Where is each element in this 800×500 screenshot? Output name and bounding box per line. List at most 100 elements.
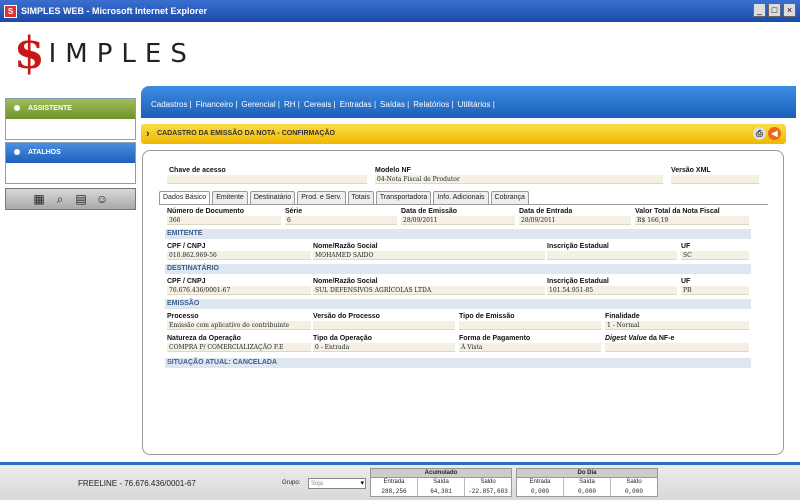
menu-utilitarios[interactable]: Utilitários | xyxy=(458,100,495,109)
freeline-text: FREELINE - 76.676.436/0001-67 xyxy=(78,479,196,488)
tipo-operacao-field: 0 - Entrada xyxy=(313,343,455,352)
forma-pagamento-field: À Vista xyxy=(459,343,601,352)
acumulado-saldo-value: -22.857,683 xyxy=(468,488,508,495)
page-title: CADASTRO DA EMISSÃO DA NOTA - CONFIRMAÇÃ… xyxy=(157,130,335,137)
dodia-entrada-header: Entrada xyxy=(517,478,564,487)
dodia-values: 0,000 0,000 0,000 xyxy=(517,487,657,496)
acumulado-values: 288,256 64,301 -22.857,683 xyxy=(371,487,511,496)
tipo-emissao-field xyxy=(459,321,601,330)
numero-label: Número de Documento xyxy=(167,208,245,215)
dodia-title: Do Dia xyxy=(517,469,657,478)
minimize-button[interactable]: _ xyxy=(753,3,766,17)
sidebar: ASSISTENTE ATALHOS ▦ ⌕ ▤ ☺ xyxy=(0,86,140,462)
form-panel: Chave de acesso Modelo NF 04-Nota Fiscal… xyxy=(142,150,784,455)
tab-emitente[interactable]: Emitente xyxy=(212,191,248,204)
menu-financeiro[interactable]: Financeiro | xyxy=(196,100,238,109)
calculator-icon[interactable]: ▦ xyxy=(32,192,47,207)
tipo-emissao-label: Tipo de Emissão xyxy=(459,313,515,320)
dest-ie-field: 101.54.951-85 xyxy=(547,286,677,295)
dest-cpf-field: 76.676.436/0001-67 xyxy=(167,286,311,295)
emit-cpf-label: CPF / CNPJ xyxy=(167,243,206,250)
grupo-select[interactable]: Soja xyxy=(308,478,366,489)
situacao-status: SITUAÇÃO ATUAL: CANCELADA xyxy=(165,358,751,368)
menu-cadastros[interactable]: Cadastros | xyxy=(151,100,192,109)
acumulado-saida-value: 64,301 xyxy=(418,487,465,496)
versao-processo-field xyxy=(313,321,455,330)
window-controls: _ □ × xyxy=(753,3,796,17)
serie-field: 6 xyxy=(285,216,397,225)
assistente-panel: ASSISTENTE xyxy=(5,98,136,140)
app-header: $ IMPLES xyxy=(0,22,800,86)
valor-total-label: Valor Total da Nota Fiscal xyxy=(635,208,720,215)
emit-ie-label: Inscrição Estadual xyxy=(547,243,609,250)
tab-dados-basico[interactable]: Dados Básico xyxy=(159,191,211,205)
simples-logo: $ IMPLES xyxy=(14,28,196,79)
dest-nome-field: SUL DEFENSIVOS AGRÍCOLAS LTDA xyxy=(313,286,545,295)
print-icon[interactable]: ⎙ xyxy=(753,127,766,140)
logo-dollar: $ xyxy=(14,28,45,79)
tab-totais[interactable]: Totais xyxy=(347,191,374,204)
modelo-nf-label: Modelo NF xyxy=(375,167,411,174)
emit-nome-field: MOHAMED SAIDO xyxy=(313,251,545,260)
emit-nome-label: Nome/Razão Social xyxy=(313,243,378,250)
atalhos-header[interactable]: ATALHOS xyxy=(6,143,135,163)
digest-value-field xyxy=(605,343,749,352)
digest-value-label: Digest Value da NF-e xyxy=(605,335,675,342)
forma-pagamento-label: Forma de Pagamento xyxy=(459,335,531,342)
window-titlebar: S SIMPLES WEB - Microsoft Internet Explo… xyxy=(0,0,800,22)
calendar-icon[interactable]: ▤ xyxy=(74,192,89,207)
dodia-saida-header: Saída xyxy=(564,478,611,487)
menu-relatorios[interactable]: Relatórios | xyxy=(413,100,453,109)
tab-info-adicionais[interactable]: Info. Adicionais xyxy=(433,191,489,204)
assistente-header[interactable]: ASSISTENTE xyxy=(6,99,135,119)
atalhos-panel: ATALHOS xyxy=(5,142,136,184)
tab-prod-serv[interactable]: Prod. e Serv. xyxy=(297,191,346,204)
data-emissao-label: Data de Emissão xyxy=(401,208,458,215)
emit-uf-field: SC xyxy=(681,251,749,260)
acumulado-summary: Acumulado Entrada Saída Saldo 288,256 64… xyxy=(370,468,512,497)
search-icon[interactable]: ⌕ xyxy=(53,192,68,207)
natureza-label: Natureza da Operação xyxy=(167,335,241,342)
user-icon[interactable]: ☺ xyxy=(95,192,110,207)
data-entrada-field: 28/09/2011 xyxy=(519,216,631,225)
tab-destinatario[interactable]: Destinatário xyxy=(249,191,296,204)
app-icon: S xyxy=(4,4,17,18)
processo-label: Processo xyxy=(167,313,199,320)
dodia-saida-value: 0,000 xyxy=(564,487,611,496)
dodia-headers: Entrada Saída Saldo xyxy=(517,478,657,487)
grupo-label: Grupo: xyxy=(282,480,301,486)
main-menu: Cadastros | Financeiro | Gerencial | RH … xyxy=(141,86,796,118)
dodia-summary: Do Dia Entrada Saída Saldo 0,000 0,000 0… xyxy=(516,468,658,497)
chave-acesso-label: Chave de acesso xyxy=(169,167,226,174)
close-button[interactable]: × xyxy=(783,3,796,17)
menu-rh[interactable]: RH | xyxy=(284,100,300,109)
modelo-nf-field: 04-Nota Fiscal de Produtor xyxy=(375,175,663,184)
versao-xml-field xyxy=(671,175,759,184)
page-actions: ⎙ ◀ xyxy=(753,127,781,140)
menu-cereais[interactable]: Cereais | xyxy=(304,100,336,109)
processo-field: Emissão com aplicativo do contribuinte xyxy=(167,321,311,330)
emit-ie-field xyxy=(547,251,677,260)
acumulado-headers: Entrada Saída Saldo xyxy=(371,478,511,487)
window-title: SIMPLES WEB - Microsoft Internet Explore… xyxy=(21,6,208,16)
dest-ie-label: Inscrição Estadual xyxy=(547,278,609,285)
back-icon[interactable]: ◀ xyxy=(768,127,781,140)
menu-saidas[interactable]: Saídas | xyxy=(380,100,409,109)
emissao-section: EMISSÃO xyxy=(165,299,751,309)
numero-field: 366 xyxy=(167,216,281,225)
logo-text: IMPLES xyxy=(48,39,196,69)
dodia-saldo-header: Saldo xyxy=(626,479,642,485)
tab-cobranca[interactable]: Cobrança xyxy=(490,191,529,204)
status-footer: FREELINE - 76.676.436/0001-67 Grupo: Soj… xyxy=(0,462,800,500)
natureza-field: COMPRA P/ COMERCIALIZAÇÃO F.E xyxy=(167,343,311,352)
maximize-button[interactable]: □ xyxy=(768,3,781,17)
acumulado-saldo-header: Saldo xyxy=(480,479,496,485)
tab-transportadora[interactable]: Transportadora xyxy=(375,191,432,204)
finalidade-field: 1 - Normal xyxy=(605,321,749,330)
menu-entradas[interactable]: Entradas | xyxy=(340,100,376,109)
emit-uf-label: UF xyxy=(681,243,691,250)
page-title-bar: CADASTRO DA EMISSÃO DA NOTA - CONFIRMAÇÃ… xyxy=(141,124,786,144)
menu-gerencial[interactable]: Gerencial | xyxy=(241,100,280,109)
shortcut-bar: ▦ ⌕ ▤ ☺ xyxy=(5,188,136,210)
dest-nome-label: Nome/Razão Social xyxy=(313,278,378,285)
